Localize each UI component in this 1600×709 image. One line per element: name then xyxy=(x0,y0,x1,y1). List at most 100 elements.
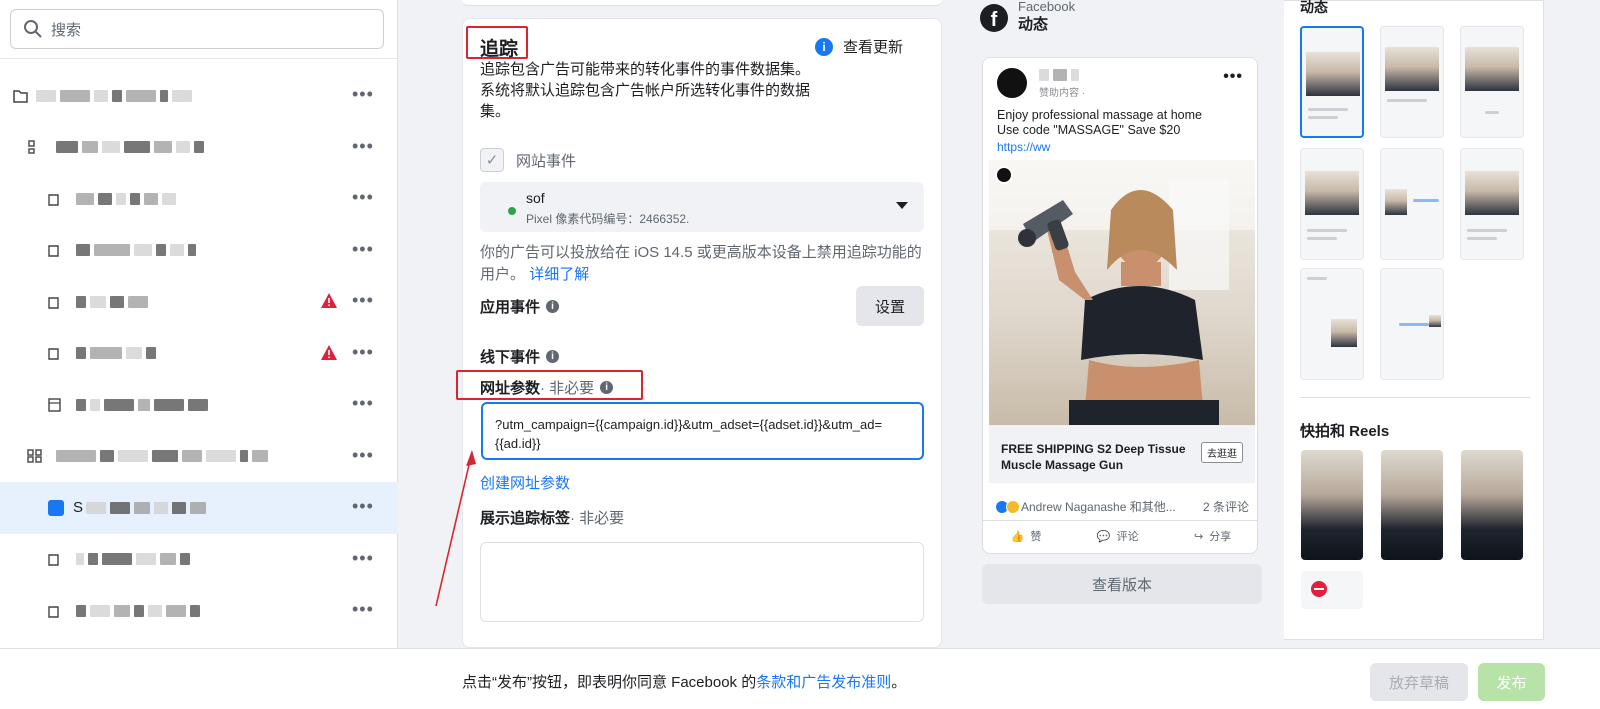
info-icon[interactable]: i xyxy=(600,381,614,394)
reels-title: 快拍和 Reels xyxy=(1300,423,1390,440)
create-url-params-link[interactable]: 创建网址参数 xyxy=(480,472,570,493)
terms-link[interactable]: 条款和广告发布准则 xyxy=(756,674,891,691)
learn-more-link[interactable]: 详细了解 xyxy=(529,266,589,283)
post-more-icon[interactable]: ••• xyxy=(1223,68,1243,86)
cta-button[interactable]: 去逛逛 xyxy=(1201,442,1243,463)
more-options-icon[interactable]: ••• xyxy=(352,496,374,517)
tree-row-ad[interactable]: ••• xyxy=(0,225,398,277)
redacted-name xyxy=(56,140,204,154)
ad-icon xyxy=(46,242,63,258)
sponsored-label: 赞助内容 · xyxy=(1039,88,1086,99)
tree-row-ad[interactable]: ••• xyxy=(0,379,398,431)
website-events-label: 网站事件 xyxy=(516,152,577,170)
divider xyxy=(0,58,397,59)
offline-events-heading: 线下事件 i xyxy=(480,346,560,367)
redacted-name xyxy=(76,552,190,566)
url-params-input[interactable]: ?utm_campaign={{campaign.id}}&utm_adset=… xyxy=(481,402,924,460)
share-icon: ↪ xyxy=(1194,530,1204,543)
ad-primary-text: Enjoy professional massage at home Use c… xyxy=(997,108,1247,138)
more-options-icon[interactable]: ••• xyxy=(352,136,374,157)
tracking-title: 追踪 xyxy=(480,39,519,60)
pixel-tag-heading: 展示追踪标签 · 非必要 xyxy=(480,507,624,528)
ad-icon xyxy=(46,191,63,207)
more-options-icon[interactable]: ••• xyxy=(352,290,374,311)
tree-row-adset[interactable]: ••• xyxy=(0,122,398,174)
search-input[interactable]: 搜索 xyxy=(10,9,384,49)
ad-icon xyxy=(46,603,63,619)
publish-button[interactable]: 发布 xyxy=(1478,663,1545,701)
tree-row-ad-selected[interactable]: S ••• xyxy=(0,482,398,534)
tree-row-ad[interactable]: ••• xyxy=(0,585,398,637)
app-events-heading: 应用事件 i xyxy=(480,296,560,317)
campaign-tree-sidebar: 搜索 ••• ••• ••• ••• ••• ••• ••• ••• S •••… xyxy=(0,0,398,648)
pixel-tag-input[interactable] xyxy=(480,542,924,622)
more-options-icon[interactable]: ••• xyxy=(352,599,374,620)
tree-row-adset[interactable]: ••• xyxy=(0,431,398,483)
ad-text-line-2: Use code "MASSAGE" Save $20 xyxy=(997,123,1181,137)
share-label: 分享 xyxy=(1209,531,1232,543)
info-icon[interactable]: i xyxy=(546,350,560,363)
placement-thumb[interactable] xyxy=(1300,148,1364,260)
placement-thumb[interactable] xyxy=(1380,268,1444,380)
more-options-icon[interactable]: ••• xyxy=(352,548,374,569)
footer-bar: 点击“发布”按钮，即表明你同意 Facebook 的条款和广告发布准则。 放弃草… xyxy=(0,648,1600,709)
pixel-tag-optional: · 非必要 xyxy=(570,510,625,527)
pixel-select[interactable]: sof Pixel 像素代码编号：2466352. xyxy=(480,182,924,232)
ad-link[interactable]: https://ww xyxy=(997,140,1050,154)
like-action[interactable]: 👍 赞 xyxy=(1011,528,1042,544)
reel-thumb[interactable] xyxy=(1301,450,1363,560)
redacted-name xyxy=(76,295,148,309)
website-events-checkbox[interactable]: ✓ xyxy=(480,148,504,172)
view-version-button[interactable]: 查看版本 xyxy=(982,564,1262,604)
comment-count: 2 条评论 xyxy=(1202,500,1249,514)
website-events-checkbox-row[interactable]: ✓ 网站事件 xyxy=(480,148,576,172)
terms-prefix: 点击“发布”按钮，即表明你同意 Facebook 的 xyxy=(462,674,757,691)
pixel-name: sof xyxy=(526,190,545,206)
more-options-icon[interactable]: ••• xyxy=(352,84,374,105)
more-options-icon[interactable]: ••• xyxy=(352,239,374,260)
redacted-name xyxy=(76,398,208,412)
adset-icon xyxy=(26,139,43,155)
pixel-id-label: Pixel 像素代码编号：2466352. xyxy=(526,212,690,226)
placement-thumb[interactable] xyxy=(1380,26,1444,138)
placement-thumb-selected[interactable] xyxy=(1300,26,1364,138)
reel-thumb[interactable] xyxy=(1461,450,1523,560)
more-options-icon[interactable]: ••• xyxy=(352,187,374,208)
reaction-names: Andrew Naganashe 和其他... xyxy=(1021,500,1176,514)
more-options-icon[interactable]: ••• xyxy=(352,342,374,363)
info-icon[interactable]: i xyxy=(546,300,560,313)
tree-row-ad[interactable]: ••• xyxy=(0,173,398,225)
tree-row-campaign[interactable]: ••• xyxy=(0,70,398,122)
discard-draft-button[interactable]: 放弃草稿 xyxy=(1370,663,1468,701)
check-updates-label: 查看更新 xyxy=(843,39,904,56)
placement-thumb-excluded[interactable] xyxy=(1301,571,1363,609)
terms-suffix: 。 xyxy=(891,674,907,691)
tree-row-ad[interactable]: ••• xyxy=(0,534,398,586)
placement-thumb[interactable] xyxy=(1460,148,1524,260)
placement-thumb[interactable] xyxy=(1460,26,1524,138)
ad-icon xyxy=(46,397,63,413)
redacted-name xyxy=(76,604,200,618)
page-avatar xyxy=(995,66,1029,100)
ads-manager-screen: 搜索 ••• ••• ••• ••• ••• ••• ••• ••• S •••… xyxy=(0,0,1600,709)
placement-thumb[interactable] xyxy=(1300,268,1364,380)
adset-grid-icon xyxy=(26,448,43,464)
reel-thumb[interactable] xyxy=(1381,450,1443,560)
comment-action[interactable]: 💬 评论 xyxy=(1097,528,1139,544)
search-placeholder: 搜索 xyxy=(51,21,82,39)
comment-label: 评论 xyxy=(1116,531,1139,543)
share-action[interactable]: ↪ 分享 xyxy=(1194,528,1231,544)
ad-icon xyxy=(46,345,63,361)
redacted-name xyxy=(76,243,196,257)
tree-row-ad[interactable]: ••• xyxy=(0,276,398,328)
blocked-icon xyxy=(1311,581,1327,597)
app-events-setup-button[interactable]: 设置 xyxy=(856,286,924,326)
more-options-icon[interactable]: ••• xyxy=(352,393,374,414)
placement-thumb[interactable] xyxy=(1380,148,1444,260)
comment-icon: 💬 xyxy=(1096,530,1111,543)
tree-row-ad[interactable]: ••• xyxy=(0,328,398,380)
more-options-icon[interactable]: ••• xyxy=(352,445,374,466)
check-updates-link[interactable]: i 查看更新 xyxy=(815,36,903,57)
reactions-row: Andrew Naganashe 和其他... 2 条评论 xyxy=(995,498,1249,515)
chevron-down-icon xyxy=(896,202,908,209)
